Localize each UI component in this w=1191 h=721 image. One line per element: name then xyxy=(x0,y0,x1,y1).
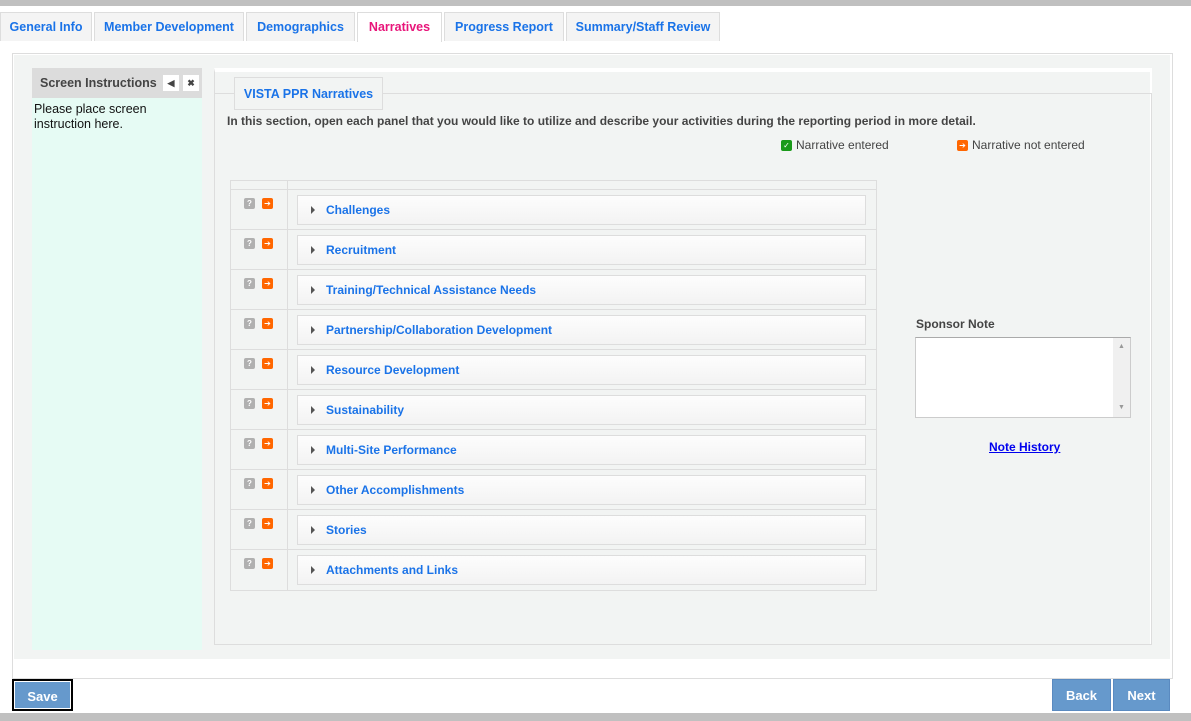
tab-member-development[interactable]: Member Development xyxy=(94,12,244,41)
screen-instructions-panel: Screen Instructions ◀ ✖ Please place scr… xyxy=(32,68,202,650)
next-button[interactable]: Next xyxy=(1113,679,1170,711)
table-header xyxy=(231,181,876,190)
table-row: ? ➔ Challenges xyxy=(231,190,876,230)
accordion-panel-header[interactable]: Partnership/Collaboration Development xyxy=(297,315,866,345)
bottom-bar xyxy=(0,713,1191,721)
narrative-not-entered-icon: ➔ xyxy=(262,398,273,409)
panel-label: Attachments and Links xyxy=(326,563,459,577)
help-icon[interactable]: ? xyxy=(244,438,255,449)
help-icon[interactable]: ? xyxy=(244,278,255,289)
narrative-not-entered-icon: ➔ xyxy=(262,518,273,529)
accordion-panel-header[interactable]: Multi-Site Performance xyxy=(297,435,866,465)
table-row: ? ➔ Stories xyxy=(231,510,876,550)
panel-label: Resource Development xyxy=(326,363,460,377)
caret-right-icon xyxy=(311,526,315,534)
caret-right-icon xyxy=(311,566,315,574)
footer-divider xyxy=(12,678,1173,679)
narrative-not-entered-icon: ➔ xyxy=(262,478,273,489)
instructions-title: Screen Instructions xyxy=(40,76,157,90)
arrow-icon: ➔ xyxy=(957,139,968,151)
tab-demographics[interactable]: Demographics xyxy=(246,12,355,41)
help-icon[interactable]: ? xyxy=(244,198,255,209)
narrative-not-entered-icon: ➔ xyxy=(262,278,273,289)
help-icon[interactable]: ? xyxy=(244,238,255,249)
narrative-not-entered-icon: ➔ xyxy=(262,318,273,329)
accordion-panel-header[interactable]: Stories xyxy=(297,515,866,545)
narrative-not-entered-icon: ➔ xyxy=(262,358,273,369)
collapse-icon[interactable]: ◀ xyxy=(163,75,179,91)
accordion-panel-header[interactable]: Recruitment xyxy=(297,235,866,265)
tab-general-info[interactable]: General Info xyxy=(0,12,92,41)
narrative-not-entered-icon: ➔ xyxy=(262,438,273,449)
caret-right-icon xyxy=(311,406,315,414)
table-row: ? ➔ Resource Development xyxy=(231,350,876,390)
legend-entered: ✓ Narrative entered xyxy=(781,138,889,152)
top-bar xyxy=(0,0,1191,6)
panel-label: Partnership/Collaboration Development xyxy=(326,323,553,337)
panel-label: Other Accomplishments xyxy=(326,483,465,497)
accordion-panel-header[interactable]: Training/Technical Assistance Needs xyxy=(297,275,866,305)
tab-summary-staff-review[interactable]: Summary/Staff Review xyxy=(566,12,720,41)
save-button[interactable]: Save xyxy=(12,679,73,711)
legend-not-entered-label: Narrative not entered xyxy=(972,138,1085,152)
panel-label: Multi-Site Performance xyxy=(326,443,457,457)
accordion-panel-header[interactable]: Sustainability xyxy=(297,395,866,425)
accordion-panel-header[interactable]: Resource Development xyxy=(297,355,866,385)
help-icon[interactable]: ? xyxy=(244,558,255,569)
panel-label: Sustainability xyxy=(326,403,405,417)
panel-label: Stories xyxy=(326,523,367,537)
section-description: In this section, open each panel that yo… xyxy=(227,114,976,128)
help-icon[interactable]: ? xyxy=(244,478,255,489)
tab-progress-report[interactable]: Progress Report xyxy=(444,12,564,41)
tab-bar: General Info Member Development Demograp… xyxy=(0,12,1191,42)
narrative-not-entered-icon: ➔ xyxy=(262,238,273,249)
help-icon[interactable]: ? xyxy=(244,318,255,329)
legend-entered-label: Narrative entered xyxy=(796,138,889,152)
caret-right-icon xyxy=(311,246,315,254)
accordion-panel-header[interactable]: Challenges xyxy=(297,195,866,225)
textarea-scrollbar[interactable]: ▲ ▼ xyxy=(1113,338,1130,417)
help-icon[interactable]: ? xyxy=(244,518,255,529)
caret-right-icon xyxy=(311,366,315,374)
caret-right-icon xyxy=(311,326,315,334)
panel-label: Training/Technical Assistance Needs xyxy=(326,283,537,297)
close-icon[interactable]: ✖ xyxy=(183,75,199,91)
accordion-panel-header[interactable]: Attachments and Links xyxy=(297,555,866,585)
caret-right-icon xyxy=(311,206,315,214)
panel-label: Challenges xyxy=(326,203,391,217)
note-history-link[interactable]: Note History xyxy=(989,440,1060,454)
narratives-table: ? ➔ Challenges? ➔ Recruitment? ➔ Trainin… xyxy=(230,180,877,591)
help-icon[interactable]: ? xyxy=(244,358,255,369)
back-button[interactable]: Back xyxy=(1052,679,1111,711)
caret-right-icon xyxy=(311,286,315,294)
table-row: ? ➔ Attachments and Links xyxy=(231,550,876,590)
table-row: ? ➔ Multi-Site Performance xyxy=(231,430,876,470)
instructions-text: Please place screen instruction here. xyxy=(34,102,147,131)
caret-right-icon xyxy=(311,486,315,494)
table-row: ? ➔ Recruitment xyxy=(231,230,876,270)
sponsor-note-textarea[interactable] xyxy=(915,337,1131,418)
panel-label: Recruitment xyxy=(326,243,397,257)
help-icon[interactable]: ? xyxy=(244,398,255,409)
check-icon: ✓ xyxy=(781,139,792,151)
legend-not-entered: ➔ Narrative not entered xyxy=(957,138,1085,152)
tab-narratives[interactable]: Narratives xyxy=(357,12,442,42)
narrative-not-entered-icon: ➔ xyxy=(262,558,273,569)
table-row: ? ➔ Partnership/Collaboration Developmen… xyxy=(231,310,876,350)
table-row: ? ➔ Sustainability xyxy=(231,390,876,430)
sponsor-note-label: Sponsor Note xyxy=(916,317,995,331)
accordion-panel-header[interactable]: Other Accomplishments xyxy=(297,475,866,505)
table-row: ? ➔ Training/Technical Assistance Needs xyxy=(231,270,876,310)
instructions-header: Screen Instructions ◀ ✖ xyxy=(32,68,202,98)
caret-right-icon xyxy=(311,446,315,454)
narrative-not-entered-icon: ➔ xyxy=(262,198,273,209)
table-row: ? ➔ Other Accomplishments xyxy=(231,470,876,510)
fieldset-legend: VISTA PPR Narratives xyxy=(234,77,383,110)
